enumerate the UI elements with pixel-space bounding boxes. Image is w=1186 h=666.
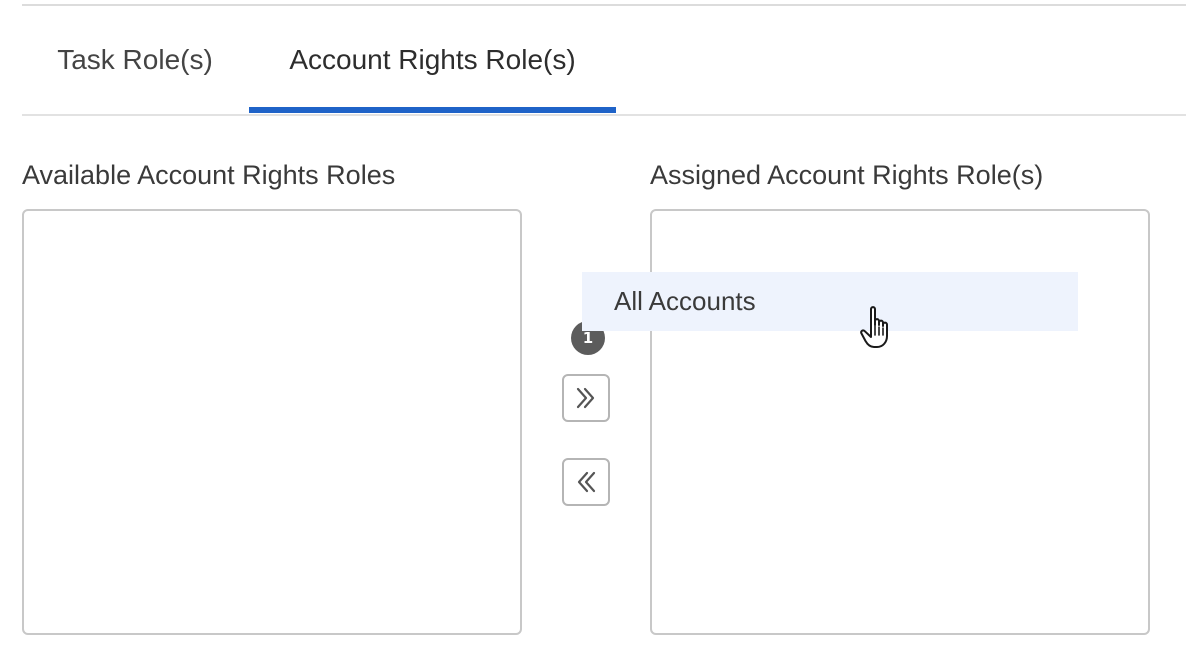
tab-account-rights-roles[interactable]: Account Rights Role(s) bbox=[249, 6, 616, 114]
dragged-role-item[interactable]: All Accounts bbox=[582, 272, 1078, 331]
double-chevron-left-icon bbox=[577, 471, 596, 493]
remove-roles-button[interactable] bbox=[562, 458, 610, 506]
available-roles-label: Available Account Rights Roles bbox=[22, 160, 396, 190]
active-tab-indicator bbox=[249, 107, 616, 113]
tabs-divider bbox=[22, 114, 1186, 116]
available-roles-list[interactable] bbox=[22, 209, 522, 635]
account-rights-page: Task Role(s) Account Rights Role(s) Avai… bbox=[0, 0, 1186, 666]
hand-pointer-icon bbox=[860, 306, 888, 348]
add-roles-button[interactable] bbox=[562, 374, 610, 422]
role-tabs: Task Role(s) Account Rights Role(s) bbox=[22, 6, 1186, 114]
assigned-roles-label: Assigned Account Rights Role(s) bbox=[650, 160, 1044, 190]
tab-task-roles[interactable]: Task Role(s) bbox=[22, 6, 248, 114]
double-chevron-right-icon bbox=[576, 387, 595, 409]
dragged-role-label: All Accounts bbox=[614, 286, 756, 316]
